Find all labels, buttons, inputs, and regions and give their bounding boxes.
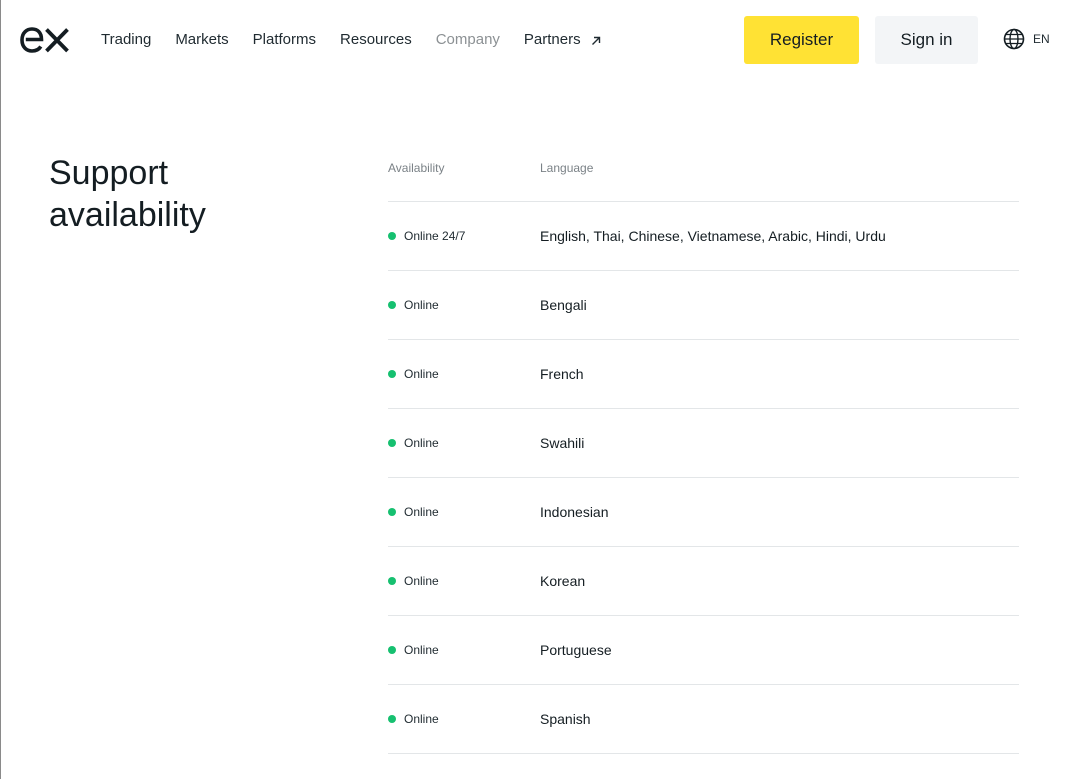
online-status-dot [388,439,396,447]
table-row: Online French [388,340,1019,409]
online-status-dot [388,301,396,309]
availability-text: Online [404,436,439,450]
availability-status: Online [388,574,540,588]
language-text: Indonesian [540,504,609,520]
availability-text: Online [404,367,439,381]
nav-item-trading[interactable]: Trading [101,30,151,50]
nav-item-resources[interactable]: Resources [340,30,412,50]
language-text: Bengali [540,297,587,313]
table-row: Online Swahili [388,409,1019,478]
language-text: Korean [540,573,586,589]
online-status-dot [388,577,396,585]
online-status-dot [388,646,396,654]
nav-item-partners-label: Partners [523,31,581,48]
language-text: French [540,366,584,382]
nav-item-partners[interactable]: Partners [524,30,601,50]
table-row: Online Spanish [388,685,1019,754]
column-header-availability: Availability [388,161,445,175]
availability-status: Online [388,505,540,519]
external-arrow-icon [591,36,600,45]
table-row: Online Portuguese [388,616,1019,685]
availability-status: Online [388,643,540,657]
online-status-dot [388,715,396,723]
register-button[interactable]: Register [744,16,859,64]
availability-status: Online [388,298,540,312]
availability-text: Online [404,505,439,519]
availability-text: Online [404,712,439,726]
online-status-dot [388,508,396,516]
language-text: Portuguese [540,642,612,658]
globe-icon [1003,28,1025,50]
page-left-border [0,0,1,779]
availability-text: Online [404,643,439,657]
table-row: Online Bengali [388,271,1019,340]
availability-status: Online [388,436,540,450]
online-status-dot [388,370,396,378]
availability-text: Online [404,298,439,312]
section-title: Support availability [49,154,206,234]
availability-text: Online [404,574,439,588]
availability-status: Online [388,367,540,381]
availability-text: Online 24/7 [404,229,466,243]
table-row: Online Indonesian [388,478,1019,547]
language-text: Spanish [540,711,591,727]
language-selector[interactable]: EN [1003,28,1050,50]
language-text: English, Thai, Chinese, Vietnamese, Arab… [540,228,886,244]
main-nav: Trading Markets Platforms Resources Comp… [101,30,625,50]
nav-item-markets[interactable]: Markets [175,30,228,50]
nav-item-company[interactable]: Company [436,30,500,50]
exness-logo[interactable] [20,27,70,53]
language-code: EN [1033,32,1050,46]
signin-button[interactable]: Sign in [875,16,978,64]
support-availability-table: Availability Language Online 24/7 Englis… [388,160,1019,754]
table-row: Online 24/7 English, Thai, Chinese, Viet… [388,202,1019,271]
online-status-dot [388,232,396,240]
column-header-language: Language [540,161,594,175]
availability-status: Online 24/7 [388,229,540,243]
site-header: Trading Markets Platforms Resources Comp… [0,0,1066,80]
availability-status: Online [388,712,540,726]
nav-item-platforms[interactable]: Platforms [253,30,316,50]
table-row: Online Korean [388,547,1019,616]
table-header: Availability Language [388,160,1019,202]
language-text: Swahili [540,435,585,451]
